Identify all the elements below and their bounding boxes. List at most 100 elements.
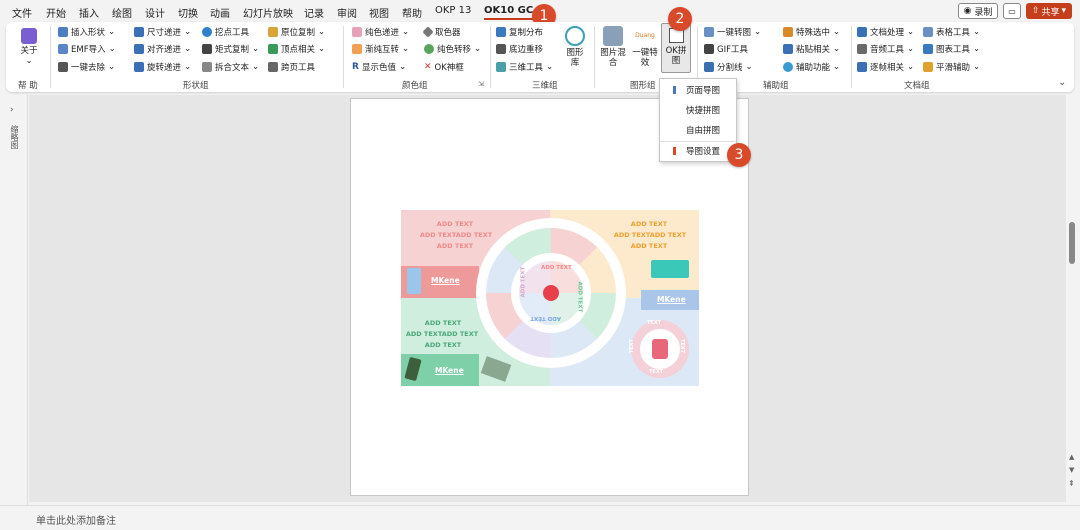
ring-text-left: ADD TEXT (520, 266, 527, 298)
cubes-image (651, 260, 689, 278)
menu-insert[interactable]: 插入 (79, 5, 99, 20)
cup-image (407, 268, 421, 294)
menu-item-quick-puzzle[interactable]: 快捷拼图 (660, 101, 736, 119)
menu-design[interactable]: 设计 (145, 5, 165, 20)
scroll-thumb[interactable] (1069, 222, 1075, 264)
cube-icon (496, 62, 506, 72)
menu-animations[interactable]: 动画 (210, 5, 230, 20)
baseline-shift-button[interactable]: 底边重移 (496, 42, 543, 56)
color-picker-button[interactable]: 取色器 (422, 25, 461, 39)
audio-tools-button[interactable]: 音频工具 ⌄ (857, 42, 914, 56)
vertex-icon (268, 44, 278, 54)
vertex-button[interactable]: 顶点相关 ⌄ (268, 42, 325, 56)
split-text-button[interactable]: 拆合文本 ⌄ (202, 60, 259, 74)
ok-frame-label: OK神框 (434, 63, 464, 73)
group-label-doc: 文档组 (904, 81, 930, 91)
aux-function-button[interactable]: 辅助功能 ⌄ (783, 60, 840, 74)
show-color-label: 显示色值 (361, 63, 396, 73)
share-icon: ⇧ (1031, 6, 1040, 16)
record-icon: ◉ (963, 6, 972, 16)
size-step-button[interactable]: 尺寸递进 ⌄ (134, 25, 191, 39)
solid-step-button[interactable]: 纯色递进 ⌄ (352, 25, 409, 39)
divider (851, 26, 852, 88)
divider (594, 26, 595, 88)
prev-slide-icon[interactable]: ⇞ (1068, 479, 1075, 488)
menu-file[interactable]: 文件 (12, 5, 32, 20)
menu-item-free-puzzle[interactable]: 自由拼图 (660, 121, 736, 139)
special-select-button[interactable]: 特殊选中 ⌄ (783, 25, 840, 39)
frame-related-button[interactable]: 逐帧相关 ⌄ (857, 60, 914, 74)
gradient-swap-button[interactable]: 渐纯互转 ⌄ (352, 42, 409, 56)
step-badge-3: 3 (727, 143, 751, 167)
image-blend-button[interactable]: 图片混合 (599, 26, 627, 68)
chevron-down-icon: ⌄ (907, 44, 915, 54)
matrix-copy-button[interactable]: 矩式复制 ⌄ (202, 42, 259, 56)
chevron-down-icon: ⌄ (973, 27, 981, 37)
document-icon (857, 27, 867, 37)
divider-line-button[interactable]: 分割线 ⌄ (704, 60, 753, 74)
one-click-effect-button[interactable]: Duang 一键特效 (631, 26, 659, 68)
add-text-tr-3: ADD TEXT (630, 242, 668, 250)
menu-slideshow[interactable]: 幻灯片放映 (243, 5, 293, 20)
smooth-assist-button[interactable]: 平滑辅助 ⌄ (923, 60, 980, 74)
chevron-down-icon: ⌄ (252, 62, 260, 72)
menu-help[interactable]: 帮助 (402, 5, 422, 20)
doc-process-button[interactable]: 文档处理 ⌄ (857, 25, 914, 39)
vertical-scrollbar[interactable]: ▲ ▼ ⇞ (1066, 95, 1080, 502)
in-place-copy-button[interactable]: 原位复制 ⌄ (268, 25, 325, 39)
color-transfer-label: 纯色转移 (437, 45, 472, 55)
collapse-ribbon-icon[interactable]: ⌄ (1058, 77, 1066, 88)
rotate-step-button[interactable]: 旋转递进 ⌄ (134, 60, 191, 74)
scroll-down-icon[interactable]: ▼ (1069, 466, 1074, 474)
audio-icon (857, 44, 867, 54)
about-button[interactable]: 关于 ⌄ (16, 28, 42, 66)
menu-okp13[interactable]: OKP 13 (435, 5, 471, 16)
menu-ok10gc[interactable]: OK10 GC (484, 5, 534, 20)
menu-home[interactable]: 开始 (46, 5, 66, 20)
table-tools-button[interactable]: 表格工具 ⌄ (923, 25, 980, 39)
scroll-up-icon[interactable]: ▲ (1069, 453, 1074, 461)
one-click-image-button[interactable]: 一键转图 ⌄ (704, 25, 761, 39)
share-button[interactable]: ⇧ 共享 ▾ (1026, 3, 1072, 19)
cross-page-button[interactable]: 跨页工具 (268, 60, 315, 74)
gif-tools-button[interactable]: GIF工具 (704, 42, 748, 56)
notes-pane[interactable]: 单击此处添加备注 (0, 505, 1080, 530)
paste-related-button[interactable]: 粘贴相关 ⌄ (783, 42, 840, 56)
eyedropper-icon (422, 26, 434, 38)
comment-button[interactable]: ▭ (1003, 3, 1021, 19)
one-click-remove-button[interactable]: 一键去除 ⌄ (58, 60, 115, 74)
record-button[interactable]: ◉ 录制 (958, 3, 998, 19)
ok-puzzle-menu: 页面导图 快捷拼图 自由拼图 导图设置 (659, 78, 737, 162)
insert-shape-button[interactable]: 插入形状 ⌄ (58, 25, 115, 39)
menu-view[interactable]: 视图 (369, 5, 389, 20)
chart-icon (923, 44, 933, 54)
aux-function-label: 辅助功能 (796, 63, 831, 73)
chart-tools-button[interactable]: 图表工具 ⌄ (923, 42, 980, 56)
quick-puzzle-label: 快捷拼图 (686, 106, 721, 116)
chevron-down-icon: ⌄ (108, 44, 116, 54)
menu-transitions[interactable]: 切换 (178, 5, 198, 20)
copy-icon (268, 27, 278, 37)
3d-tools-button[interactable]: 三维工具 ⌄ (496, 60, 553, 74)
menu-draw[interactable]: 绘图 (112, 5, 132, 20)
split-icon (202, 62, 212, 72)
menu-item-page-map[interactable]: 页面导图 (660, 81, 736, 99)
menu-review[interactable]: 审阅 (337, 5, 357, 20)
shape-library-button[interactable]: 图形库 (563, 26, 587, 68)
chevron-down-icon: ⌄ (184, 62, 192, 72)
thumbnail-panel[interactable]: › 缩略图 (0, 95, 28, 505)
chevron-right-icon[interactable]: › (10, 105, 14, 115)
color-transfer-button[interactable]: 纯色转移 ⌄ (424, 42, 481, 56)
assist-icon (783, 62, 793, 72)
shape-icon (58, 27, 68, 37)
smooth-icon (923, 62, 933, 72)
emf-import-button[interactable]: EMF导入 ⌄ (58, 42, 116, 56)
show-color-button[interactable]: R 显示色值 ⌄ (352, 60, 406, 74)
align-step-button[interactable]: 对齐递进 ⌄ (134, 42, 191, 56)
menu-record[interactable]: 记录 (304, 5, 324, 20)
dialog-launcher-icon[interactable]: ⇲ (478, 80, 484, 88)
ok-frame-button[interactable]: ✕ OK神框 (424, 60, 464, 74)
dig-point-button[interactable]: 挖点工具 (202, 25, 249, 39)
copy-distribute-button[interactable]: 复制分布 (496, 25, 543, 39)
menu-item-map-settings[interactable]: 导图设置 (660, 142, 736, 160)
